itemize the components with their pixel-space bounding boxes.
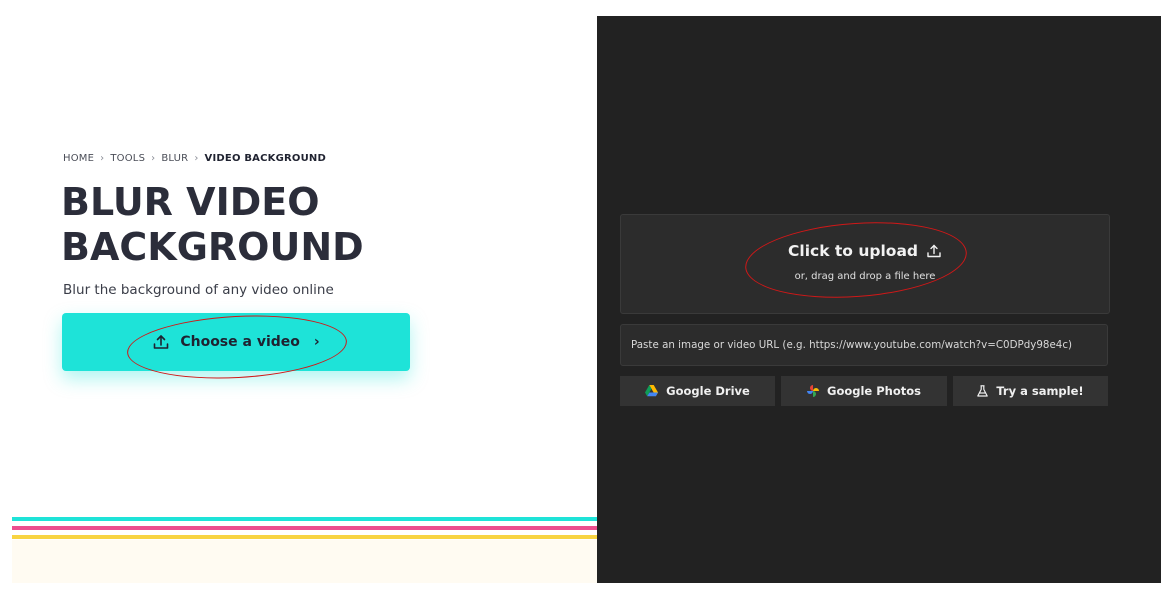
- decorative-stripe-pink: [12, 526, 597, 530]
- try-sample-button[interactable]: Try a sample!: [953, 376, 1108, 406]
- choose-video-button[interactable]: Choose a video ›: [62, 313, 410, 371]
- breadcrumb-home[interactable]: HOME: [63, 153, 94, 164]
- page-title-line2: BACKGROUND: [61, 225, 364, 269]
- decorative-stripe-cyan: [12, 517, 597, 521]
- page-subtitle: Blur the background of any video online: [63, 282, 334, 298]
- breadcrumb-separator: ›: [100, 153, 105, 164]
- google-drive-label: Google Drive: [666, 384, 750, 398]
- google-photos-button[interactable]: Google Photos: [781, 376, 947, 406]
- breadcrumb-tools[interactable]: TOOLS: [110, 153, 145, 164]
- hero-panel: HOME › TOOLS › BLUR › VIDEO BACKGROUND B…: [0, 0, 597, 590]
- upload-subtitle: or, drag and drop a file here: [794, 271, 936, 282]
- google-drive-button[interactable]: Google Drive: [620, 376, 775, 406]
- try-sample-label: Try a sample!: [996, 384, 1084, 398]
- upload-title-text: Click to upload: [788, 242, 918, 260]
- upload-icon: [926, 243, 942, 259]
- google-drive-icon: [645, 385, 659, 397]
- upload-title: Click to upload: [621, 242, 1109, 260]
- url-input[interactable]: Paste an image or video URL (e.g. https:…: [620, 324, 1108, 366]
- google-photos-label: Google Photos: [827, 384, 921, 398]
- chevron-right-icon: ›: [313, 334, 320, 350]
- breadcrumb-separator: ›: [151, 153, 156, 164]
- breadcrumb-current: VIDEO BACKGROUND: [204, 153, 326, 164]
- breadcrumb: HOME › TOOLS › BLUR › VIDEO BACKGROUND: [63, 153, 326, 164]
- decorative-stripe-yellow: [12, 535, 597, 539]
- upload-dropzone[interactable]: Click to upload or, drag and drop a file…: [620, 214, 1110, 314]
- breadcrumb-blur[interactable]: BLUR: [161, 153, 188, 164]
- uploader-panel: Click to upload or, drag and drop a file…: [597, 16, 1161, 583]
- page-title: BLUR VIDEO BACKGROUND: [61, 180, 364, 270]
- google-photos-icon: [807, 385, 819, 397]
- page-title-line1: BLUR VIDEO: [61, 180, 320, 224]
- breadcrumb-separator: ›: [194, 153, 199, 164]
- choose-video-label: Choose a video: [180, 334, 300, 350]
- upload-icon: [152, 333, 170, 351]
- footer-band: [12, 540, 597, 583]
- flask-icon: [977, 385, 989, 397]
